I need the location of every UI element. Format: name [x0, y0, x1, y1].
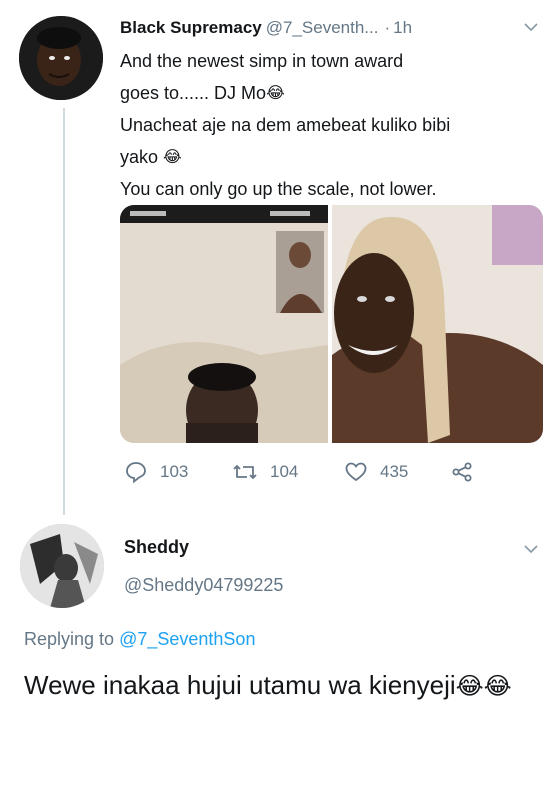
- tweet-time[interactable]: 1h: [393, 18, 412, 37]
- separator-dot: ·: [384, 18, 391, 37]
- retweet-count: 104: [270, 462, 299, 481]
- tweet-line: Unacheat aje na dem amebeat kuliko bibi: [120, 115, 451, 135]
- like-count: 435: [380, 462, 409, 481]
- heart-icon: [345, 462, 367, 482]
- reply-button[interactable]: 103: [124, 460, 188, 484]
- tweet-line: yako 😂: [120, 141, 540, 173]
- chevron-down-icon[interactable]: [520, 538, 542, 560]
- tweet-line-text: goes to...... DJ Mo: [120, 83, 267, 103]
- laughing-emoji-icon: 😂😂: [455, 673, 512, 700]
- reply-text: Wewe inakaa hujui utamu wa kienyeji😂😂: [24, 664, 524, 706]
- reply-text-content: Wewe inakaa hujui utamu wa kienyeji: [24, 670, 456, 700]
- reply-icon: [126, 462, 146, 484]
- chevron-down-icon[interactable]: [520, 16, 542, 38]
- selfie-image[interactable]: [332, 205, 543, 443]
- tweet-line: You can only go up the scale, not lower.: [120, 179, 437, 199]
- replying-to-mention[interactable]: @7_SeventhSon: [119, 629, 255, 649]
- thread-line: [63, 108, 65, 515]
- video-call-screenshot-image[interactable]: [120, 205, 328, 443]
- share-button[interactable]: [450, 460, 486, 484]
- retweet-button[interactable]: 104: [232, 460, 298, 484]
- like-button[interactable]: 435: [344, 460, 408, 484]
- tweet-line: goes to...... DJ Mo😂: [120, 77, 540, 109]
- replying-to: Replying to @7_SeventhSon: [24, 629, 255, 650]
- replying-to-label: Replying to: [24, 629, 115, 649]
- reply-author-avatar[interactable]: [20, 524, 104, 608]
- tweet-line: And the newest simp in town award: [120, 51, 404, 71]
- author-name[interactable]: Black Supremacy: [120, 18, 262, 37]
- reply-count: 103: [160, 462, 189, 481]
- tweet-header: Black Supremacy @7_Seventh... · 1h: [120, 18, 412, 38]
- reply-author-handle[interactable]: @Sheddy04799225: [124, 575, 283, 596]
- laughing-emoji-icon: 😂: [266, 85, 285, 102]
- tweet-line-text: yako: [120, 147, 159, 167]
- author-handle[interactable]: @7_Seventh...: [266, 18, 379, 37]
- tweet-actions: 103 104 435: [120, 460, 540, 490]
- tweet-text: And the newest simp in town award goes t…: [120, 45, 540, 205]
- retweet-icon: [233, 465, 257, 479]
- author-avatar[interactable]: [19, 16, 103, 100]
- tweet-media[interactable]: [120, 205, 543, 443]
- laughing-emoji-icon: 😂: [163, 149, 182, 166]
- reply-author-name[interactable]: Sheddy: [124, 537, 189, 558]
- share-icon: [452, 462, 472, 482]
